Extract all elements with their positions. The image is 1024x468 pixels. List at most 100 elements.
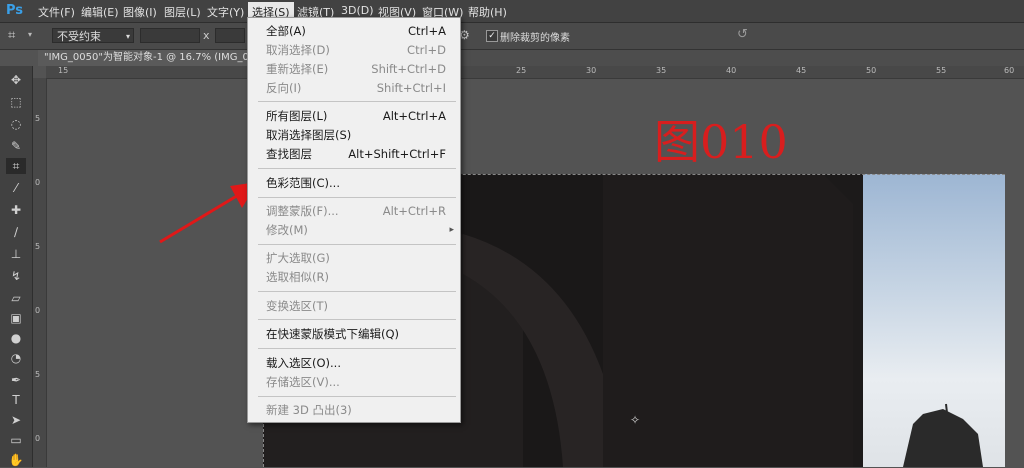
ruler-tick: 35 bbox=[656, 66, 667, 75]
ruler-tick: 40 bbox=[726, 66, 737, 75]
menu-item-similar[interactable]: 选取相似(R) bbox=[266, 268, 446, 286]
ruler-tick: 55 bbox=[936, 66, 947, 75]
menu-item-find-layers[interactable]: 查找图层 Alt+Shift+Ctrl+F bbox=[266, 145, 446, 163]
height-input[interactable] bbox=[215, 28, 245, 43]
type-tool-icon[interactable]: T bbox=[6, 392, 26, 408]
menu-item-inverse[interactable]: 反向(I) Shift+Ctrl+I bbox=[266, 79, 446, 97]
document-tab-title: "IMG_0050"为智能对象-1 @ 16.7% (IMG_0050 副 bbox=[44, 52, 282, 63]
delete-cropped-label: 删除裁剪的像素 bbox=[500, 33, 570, 44]
ratio-select[interactable]: 不受约束 ▾ bbox=[52, 28, 134, 43]
menu-item-reselect[interactable]: 重新选择(E) Shift+Ctrl+D bbox=[266, 60, 446, 78]
menu-item-color-range[interactable]: 色彩范围(C)... bbox=[266, 174, 446, 192]
eraser-tool-icon[interactable]: ▱ bbox=[6, 290, 26, 306]
ruler-tick: 25 bbox=[516, 66, 527, 75]
tool-preset-chevron-icon[interactable]: ▾ bbox=[28, 30, 32, 39]
menu-item-label: 在快速蒙版模式下编辑(Q) bbox=[266, 327, 400, 341]
chevron-down-icon: ▾ bbox=[125, 32, 130, 41]
delete-cropped-checkbox[interactable]: ✓ bbox=[486, 30, 498, 42]
menu-edit[interactable]: 编辑(E) bbox=[81, 4, 119, 20]
menu-item-shortcut: Shift+Ctrl+D bbox=[371, 62, 446, 76]
menu-item-shortcut: Shift+Ctrl+I bbox=[376, 81, 446, 95]
menu-file[interactable]: 文件(F) bbox=[38, 4, 75, 20]
ruler-tick: 15 bbox=[58, 66, 69, 75]
menu-separator bbox=[258, 168, 456, 169]
photoshop-logo: Ps bbox=[6, 3, 24, 18]
history-brush-icon[interactable]: ↯ bbox=[6, 268, 26, 284]
menu-item-transform-selection[interactable]: 变换选区(T) bbox=[266, 297, 446, 315]
menu-item-label: 全部(A) bbox=[266, 24, 306, 38]
healing-brush-icon[interactable]: ✚ bbox=[6, 202, 26, 218]
select-menu-dropdown: 全部(A) Ctrl+A 取消选择(D) Ctrl+D 重新选择(E) Shif… bbox=[247, 17, 461, 423]
menu-item-label: 载入选区(O)... bbox=[266, 356, 341, 370]
menu-item-shortcut: Alt+Ctrl+R bbox=[382, 204, 446, 218]
tools-panel: ✥ ⬚ ◌ ✎ ⌗ ⁄ ✚ ∕ ⊥ ↯ ▱ ▣ ● ◔ ✒ T ➤ ▭ ✋ bbox=[0, 66, 33, 467]
menu-item-shortcut: Ctrl+D bbox=[407, 43, 446, 57]
menu-item-save-selection[interactable]: 存储选区(V)... bbox=[266, 373, 446, 391]
menu-item-modify[interactable]: 修改(M) ▸ bbox=[266, 221, 454, 239]
eyedropper-tool-icon[interactable]: ⁄ bbox=[6, 180, 26, 196]
menu-item-deselect-layers[interactable]: 取消选择图层(S) bbox=[266, 126, 446, 144]
menu-separator bbox=[258, 319, 456, 320]
reset-icon[interactable]: ↺ bbox=[737, 27, 748, 42]
menu-image[interactable]: 图像(I) bbox=[123, 4, 157, 20]
brush-tool-icon[interactable]: ∕ bbox=[6, 224, 26, 240]
ruler-tick: 0 bbox=[35, 178, 41, 187]
clone-stamp-icon[interactable]: ⊥ bbox=[6, 246, 26, 262]
move-tool-icon[interactable]: ✥ bbox=[6, 72, 26, 88]
menu-item-select-all[interactable]: 全部(A) Ctrl+A bbox=[266, 22, 446, 40]
menu-item-all-layers[interactable]: 所有图层(L) Alt+Ctrl+A bbox=[266, 107, 446, 125]
marquee-tool-icon[interactable]: ⬚ bbox=[6, 94, 26, 110]
menu-item-new-3d-extrusion[interactable]: 新建 3D 凸出(3) bbox=[266, 401, 446, 419]
path-select-tool-icon[interactable]: ➤ bbox=[6, 412, 26, 428]
menu-item-shortcut: Ctrl+A bbox=[408, 24, 446, 38]
quick-select-tool-icon[interactable]: ✎ bbox=[6, 138, 26, 154]
menu-help[interactable]: 帮助(H) bbox=[468, 4, 507, 20]
ratio-select-value: 不受约束 bbox=[57, 30, 101, 43]
menu-layer[interactable]: 图层(L) bbox=[164, 4, 201, 20]
menu-separator bbox=[258, 197, 456, 198]
menu-item-label: 变换选区(T) bbox=[266, 299, 328, 313]
gradient-tool-icon[interactable]: ▣ bbox=[6, 310, 26, 326]
options-bar: ⌗ ▾ 不受约束 ▾ x ⚙ ✓ 删除裁剪的像素 ↺ bbox=[0, 23, 1024, 50]
menu-item-load-selection[interactable]: 载入选区(O)... bbox=[266, 354, 446, 372]
menu-item-label: 调整蒙版(F)... bbox=[266, 204, 339, 218]
pen-tool-icon[interactable]: ✒ bbox=[6, 372, 26, 388]
menu-3d[interactable]: 3D(D) bbox=[341, 4, 374, 17]
menu-item-label: 所有图层(L) bbox=[266, 109, 328, 123]
ruler-tick: 45 bbox=[796, 66, 807, 75]
menu-item-label: 新建 3D 凸出(3) bbox=[266, 403, 352, 417]
menu-type[interactable]: 文字(Y) bbox=[207, 4, 244, 20]
menu-item-label: 查找图层 bbox=[266, 147, 312, 161]
dodge-tool-icon[interactable]: ◔ bbox=[6, 350, 26, 366]
menu-item-label: 选取相似(R) bbox=[266, 270, 329, 284]
menu-item-label: 取消选择(D) bbox=[266, 43, 330, 57]
menu-item-deselect[interactable]: 取消选择(D) Ctrl+D bbox=[266, 41, 446, 59]
menu-separator bbox=[258, 396, 456, 397]
crop-tool-icon[interactable]: ⌗ bbox=[8, 28, 15, 43]
ruler-tick: 0 bbox=[35, 306, 41, 315]
figure-annotation: 图010 bbox=[654, 115, 788, 169]
ruler-vertical: 5 0 5 0 5 0 bbox=[32, 78, 47, 467]
menu-item-grow[interactable]: 扩大选取(G) bbox=[266, 249, 446, 267]
menu-item-label: 存储选区(V)... bbox=[266, 375, 340, 389]
menu-item-label: 修改(M) bbox=[266, 223, 308, 237]
lasso-tool-icon[interactable]: ◌ bbox=[6, 116, 26, 132]
blur-tool-icon[interactable]: ● bbox=[6, 330, 26, 346]
rectangle-tool-icon[interactable]: ▭ bbox=[6, 432, 26, 448]
menu-separator bbox=[258, 101, 456, 102]
menu-item-label: 扩大选取(G) bbox=[266, 251, 330, 265]
menu-separator bbox=[258, 348, 456, 349]
ruler-tick: 5 bbox=[35, 114, 41, 123]
menu-item-label: 重新选择(E) bbox=[266, 62, 329, 76]
crop-tool-icon[interactable]: ⌗ bbox=[6, 158, 26, 174]
ruler-horizontal: 15 25 30 35 40 45 50 55 60 bbox=[46, 66, 1024, 79]
ruler-tick: 50 bbox=[866, 66, 877, 75]
width-input[interactable] bbox=[140, 28, 200, 43]
menu-separator bbox=[258, 291, 456, 292]
menu-item-refine-mask[interactable]: 调整蒙版(F)... Alt+Ctrl+R bbox=[266, 202, 446, 220]
hand-tool-icon[interactable]: ✋ bbox=[6, 452, 26, 468]
menu-item-label: 取消选择图层(S) bbox=[266, 128, 352, 142]
menu-item-quick-mask[interactable]: 在快速蒙版模式下编辑(Q) bbox=[266, 325, 446, 343]
ruler-tick: 0 bbox=[35, 434, 41, 443]
menu-separator bbox=[258, 244, 456, 245]
